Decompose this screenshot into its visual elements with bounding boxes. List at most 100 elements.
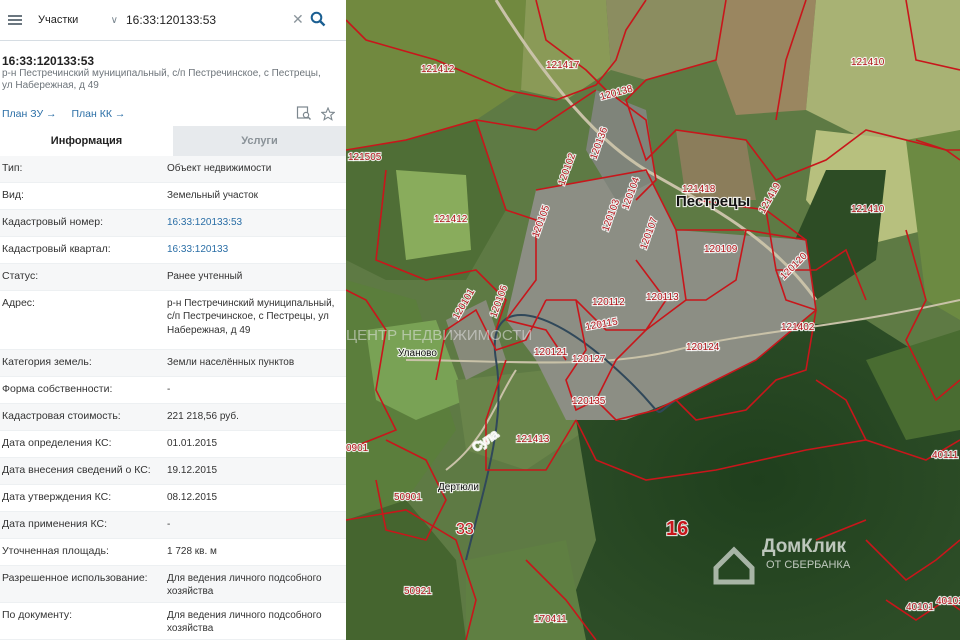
info-row-label: Уточненная площадь: [2,545,109,557]
parcel-label: 40102 [936,596,960,607]
info-row: Дата внесения сведений о КС: 19.12.2015 [0,458,346,485]
info-row-value: 19.12.2015 [167,465,218,476]
parcel-label: 121417 [546,60,580,71]
tab-services[interactable]: Услуги [173,126,346,156]
info-row-label: Кадастровый номер: [2,216,104,228]
parcel-label: 40111 [932,450,959,461]
watermark-center: ЦЕНТР НЕДВИЖИМОСТИ [346,327,532,344]
info-row: Кадастровый номер: 16:33:120133:53 [0,210,346,237]
map-canvas[interactable]: 121412 121417 1214101215051214121201381201… [346,0,960,640]
info-row-label: Вид: [2,189,24,201]
info-row-label: Кадастровый квартал: [2,243,111,255]
info-panel: Участки ∨ 16:33:120133:53 ✕ 16:33:120133… [0,0,347,640]
info-row: Вид: Земельный участок [0,183,346,210]
parcel-label: 40101 [906,602,934,613]
info-row-value: 1 728 кв. м [167,546,217,557]
star-icon[interactable] [320,106,336,121]
parcel-label: 50901 [394,492,422,503]
info-row: Дата определения КС: 01.01.2015 [0,431,346,458]
parcel-label: 120127 [572,354,606,365]
layer-select-value: Участки [38,14,79,26]
info-row-label: По документу: [2,609,73,621]
info-row: Адрес: р-н Пестречинский муниципальный, с… [0,291,346,350]
plan-zu-link[interactable]: План ЗУ → [2,108,57,120]
parcel-label: 120109 [704,244,738,255]
info-row-value: 221 218,56 руб. [167,411,239,422]
tab-info[interactable]: Информация [0,126,173,156]
parcel-address: р-н Пестречинский муниципальный, с/п Пес… [2,68,321,91]
info-row: Тип: Объект недвижимости [0,156,346,183]
info-row: Дата применения КС: - [0,512,346,539]
info-row: Кадастровая стоимость: 221 218,56 руб. [0,404,346,431]
plan-links: План ЗУ → План КК → [2,108,137,120]
parcel-label: 170411 [534,614,567,625]
parcel-label: 121410 [851,57,885,68]
parcel-label: 50921 [404,586,432,597]
info-row-value: Для ведения личного подсобного хозяйства [167,573,322,598]
info-row-label: Категория земель: [2,356,92,368]
tabs: Информация Услуги [0,126,346,156]
info-row-value: - [167,384,171,395]
info-row: Статус: Ранее учтенный [0,264,346,291]
district-number: 16 [666,518,688,540]
village-label: Улaново [398,348,437,359]
info-row-label: Разрешенное использование: [2,572,148,584]
parcel-label: 121505 [348,152,382,163]
info-row-value[interactable]: 16:33:120133 [165,237,346,263]
info-row-label: Дата применения КС: [2,518,108,530]
chevron-down-icon: ∨ [110,14,118,26]
info-row-value: Земельный участок [167,190,259,201]
info-row: По документу: Для ведения личного подсобн… [0,603,346,640]
info-table: Тип: Объект недвижимости Вид: Земельный уча… [0,156,346,640]
parcel-label: 121410 [851,204,885,215]
search-input[interactable]: 16:33:120133:53 [126,13,286,27]
parcel-label: 121412 [421,64,455,75]
parcel-label: 120113 [646,292,679,303]
parcel-label: 121412 [434,214,468,225]
clear-icon[interactable]: ✕ [292,11,304,28]
watermark-brand: ДомКлик [762,536,847,557]
town-label: Пестрецы [676,193,750,210]
search-icon[interactable] [310,11,326,27]
info-row-value: Для ведения личного подсобного хозяйства [167,610,322,635]
info-row: Категория земель: Земли населённых пункто… [0,350,346,377]
parcel-label: 0901 [346,443,369,454]
info-row: Кадастровый квартал: 16:33:120133 [0,237,346,264]
info-row: Форма собственности: - [0,377,346,404]
info-row-value: 08.12.2015 [167,492,218,503]
parcel-title: 16:33:120133:53 [2,54,95,68]
info-row-label: Адрес: [2,297,35,309]
info-row-value[interactable]: 16:33:120133:53 [165,210,346,236]
district-number: 33 [456,521,474,538]
info-row-label: Дата внесения сведений о КС: [2,464,151,476]
info-row: Разрешенное использование: Для ведения ли… [0,566,346,603]
watermark-brand-sub: ОТ СБЕРБАНКА [766,559,851,571]
info-row: Уточненная площадь: 1 728 кв. м [0,539,346,566]
plan-kk-link[interactable]: План КК → [71,108,125,120]
card-tools [296,105,336,124]
village-label: Дертюли [438,482,479,493]
info-row-label: Форма собственности: [2,383,113,395]
parcel-label: 121402 [781,322,815,333]
info-row-value: Объект недвижимости [167,163,272,174]
info-row-value: р-н Пестречинский муниципальный, с/п Пес… [167,298,335,336]
parcel-label: 120124 [686,342,720,353]
info-row: Дата утверждения КС: 08.12.2015 [0,485,346,512]
info-row-label: Тип: [2,162,23,174]
info-row-label: Дата утверждения КС: [2,491,112,503]
parcel-label: 120121 [534,347,568,358]
parcel-label: 120135 [572,396,606,407]
parcel-label: 121413 [516,434,550,445]
map-search-icon[interactable] [296,105,312,121]
info-row-value: 01.01.2015 [167,438,218,449]
info-row-label: Кадастровая стоимость: [2,410,121,422]
parcel-label: 120112 [592,297,625,308]
info-row-label: Статус: [2,270,39,282]
cadastral-map[interactable]: 121412 121417 121410 121505 121412 120138 1201… [346,0,960,640]
info-row-value: Земли населённых пунктов [167,357,295,368]
info-row-value: Ранее учтенный [167,271,243,282]
layer-select[interactable]: Участки ∨ [38,14,118,26]
info-row-value: - [167,519,171,530]
menu-icon[interactable] [8,15,22,25]
info-row-label: Дата определения КС: [2,437,112,449]
